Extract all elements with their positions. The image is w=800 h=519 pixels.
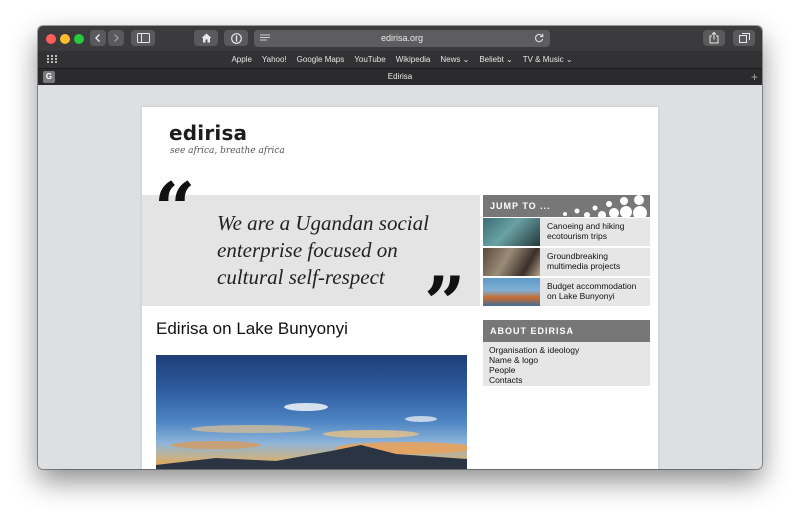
favorite-wikipedia[interactable]: Wikipedia: [396, 55, 431, 64]
jump-item-canoeing[interactable]: Canoeing and hiking ecotourism trips: [483, 218, 650, 246]
lake-bunyonyi-photo: [156, 355, 467, 469]
chevron-right-icon: [114, 34, 119, 42]
chevron-left-icon: [95, 34, 100, 42]
web-content: edirisa see africa, breathe africa “ We …: [38, 85, 762, 469]
url-text[interactable]: edirisa.org: [254, 30, 550, 47]
tab-bar: G Edirisa +: [38, 68, 762, 85]
favorite-youtube[interactable]: YouTube: [354, 55, 385, 64]
tab-edirisa[interactable]: Edirisa: [38, 69, 762, 85]
home-button[interactable]: [194, 30, 218, 46]
favorite-apple[interactable]: Apple: [231, 55, 251, 64]
sidebar-icon: [136, 33, 150, 43]
page-container: edirisa see africa, breathe africa “ We …: [142, 107, 658, 469]
accommodation-thumbnail: [483, 278, 540, 306]
quote-line: enterprise focused on: [217, 238, 398, 262]
landscape-clouds-image: [156, 403, 467, 469]
close-quote-icon: ”: [424, 260, 466, 345]
about-link-contacts[interactable]: Contacts: [489, 375, 523, 385]
minimize-window-button[interactable]: [60, 34, 70, 44]
quote-line: We are a Ugandan social: [217, 211, 429, 235]
zoom-window-button[interactable]: [74, 34, 84, 44]
share-icon: [709, 32, 719, 44]
favorites-list: Apple Yahoo! Google Maps YouTube Wikiped…: [38, 51, 762, 68]
browser-toolbar: edirisa.org: [38, 26, 762, 51]
about-label: ABOUT EDIRISA: [490, 326, 575, 336]
favorite-news-menu[interactable]: News ⌄: [440, 55, 469, 64]
about-header: ABOUT EDIRISA: [483, 320, 650, 342]
back-button[interactable]: [90, 30, 106, 46]
jump-item-label[interactable]: Groundbreaking multimedia projects: [547, 251, 647, 271]
tabs-icon: [738, 33, 750, 43]
address-bar[interactable]: edirisa.org: [254, 30, 550, 47]
decorative-dots-icon: [563, 195, 647, 217]
home-icon: [201, 33, 211, 43]
jump-item-label[interactable]: Canoeing and hiking ecotourism trips: [547, 221, 647, 241]
about-link-organisation[interactable]: Organisation & ideology: [489, 345, 579, 355]
info-shield-icon: [230, 32, 242, 44]
close-window-button[interactable]: [46, 34, 56, 44]
favorite-beliebt-menu[interactable]: Beliebt ⌄: [479, 55, 512, 64]
favorite-google-maps[interactable]: Google Maps: [297, 55, 345, 64]
jump-item-multimedia[interactable]: Groundbreaking multimedia projects: [483, 248, 650, 276]
open-quote-icon: “: [154, 166, 196, 251]
browser-window: edirisa.org Apple Yahoo! Google Maps You…: [38, 26, 762, 469]
site-tagline: see africa, breathe africa: [170, 146, 285, 156]
sidebar-toggle-button[interactable]: [131, 30, 155, 46]
page-heading: Edirisa on Lake Bunyonyi: [156, 319, 348, 338]
share-button[interactable]: [703, 30, 725, 46]
favorite-tv-music-menu[interactable]: TV & Music ⌄: [523, 55, 573, 64]
tabs-overview-button[interactable]: [733, 30, 755, 46]
jump-item-label[interactable]: Budget accommodation on Lake Bunyonyi: [547, 281, 647, 301]
quote-line: cultural self-respect: [217, 265, 385, 289]
about-links: Organisation & ideology Name & logo Peop…: [483, 342, 650, 386]
new-tab-icon[interactable]: +: [751, 69, 758, 85]
multimedia-thumbnail: [483, 248, 540, 276]
forward-button[interactable]: [108, 30, 124, 46]
favorites-bar: Apple Yahoo! Google Maps YouTube Wikiped…: [38, 51, 762, 68]
jump-item-accommodation[interactable]: Budget accommodation on Lake Bunyonyi: [483, 278, 650, 306]
privacy-button[interactable]: [224, 30, 248, 46]
canoeing-thumbnail: [483, 218, 540, 246]
jump-to-header: JUMP TO ...: [483, 195, 650, 217]
favorite-yahoo[interactable]: Yahoo!: [262, 55, 287, 64]
about-link-people[interactable]: People: [489, 365, 515, 375]
site-logo[interactable]: edirisa: [169, 121, 247, 145]
about-link-name-logo[interactable]: Name & logo: [489, 355, 538, 365]
reload-icon[interactable]: [534, 33, 544, 43]
